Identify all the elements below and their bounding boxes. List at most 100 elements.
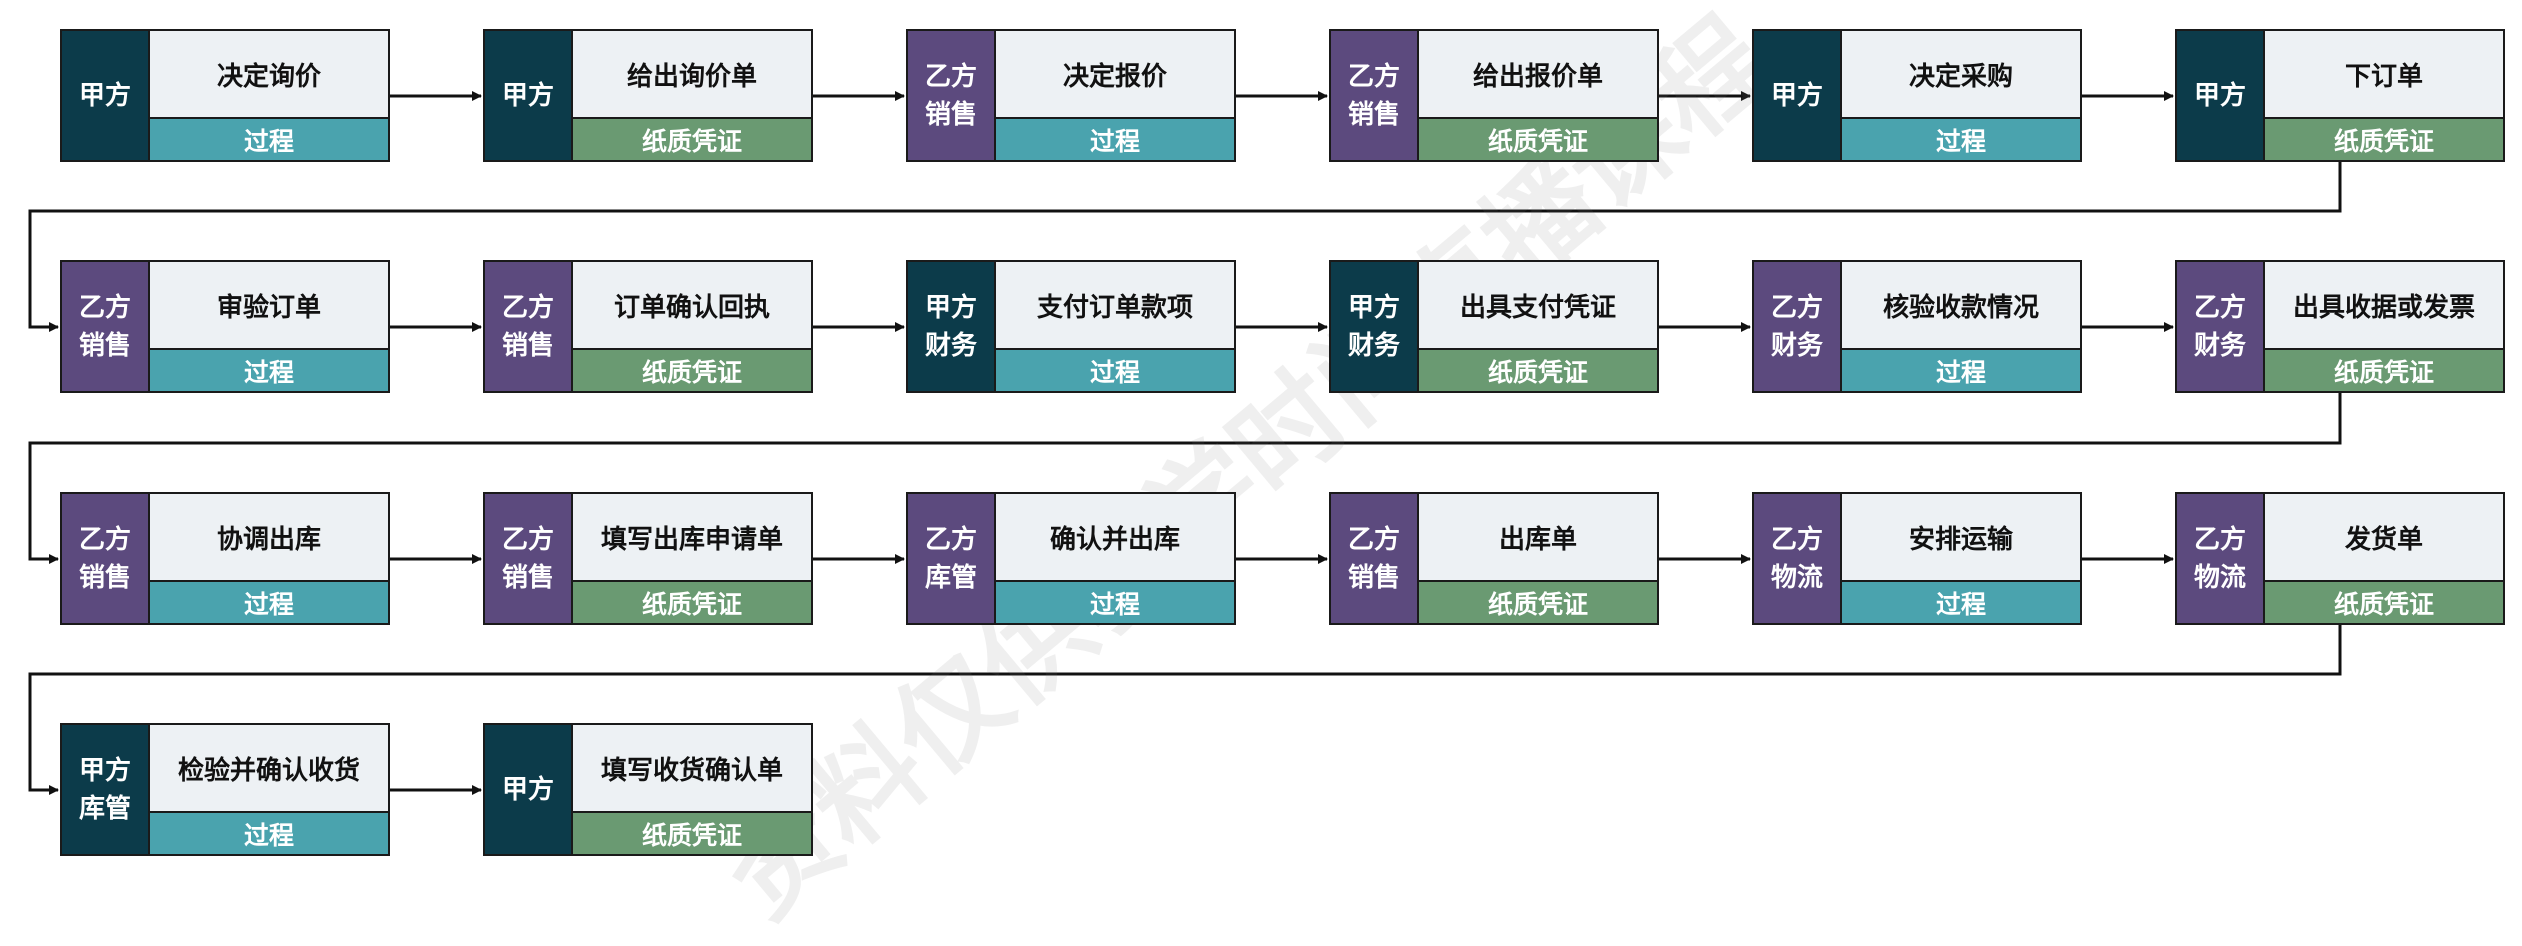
task-label: 支付订单款项	[996, 262, 1234, 350]
role-label: 乙方 销售	[485, 262, 573, 391]
process-tag: 过程	[150, 813, 388, 854]
flow-node: 乙方 销售 填写出库申请单 纸质凭证	[483, 492, 813, 625]
role-label: 乙方 销售	[62, 494, 150, 623]
paper-voucher-tag: 纸质凭证	[2265, 350, 2503, 391]
paper-voucher-tag: 纸质凭证	[1419, 119, 1657, 160]
process-tag: 过程	[1842, 582, 2080, 623]
node-content: 填写收货确认单 纸质凭证	[573, 725, 811, 854]
role-label: 乙方 物流	[2177, 494, 2265, 623]
paper-voucher-tag: 纸质凭证	[573, 582, 811, 623]
flow-node: 乙方 物流 发货单 纸质凭证	[2175, 492, 2505, 625]
node-content: 给出报价单 纸质凭证	[1419, 31, 1657, 160]
flow-node: 乙方 销售 出库单 纸质凭证	[1329, 492, 1659, 625]
node-content: 协调出库 过程	[150, 494, 388, 623]
node-content: 核验收款情况 过程	[1842, 262, 2080, 391]
role-label: 甲方 财务	[908, 262, 996, 391]
node-content: 决定询价 过程	[150, 31, 388, 160]
flow-node: 乙方 库管 确认并出库 过程	[906, 492, 1236, 625]
node-content: 出库单 纸质凭证	[1419, 494, 1657, 623]
role-label: 甲方	[1754, 31, 1842, 160]
task-label: 确认并出库	[996, 494, 1234, 582]
process-tag: 过程	[1842, 350, 2080, 391]
flow-node: 乙方 财务 核验收款情况 过程	[1752, 260, 2082, 393]
paper-voucher-tag: 纸质凭证	[2265, 582, 2503, 623]
task-label: 出具收据或发票	[2265, 262, 2503, 350]
flow-node: 甲方 财务 出具支付凭证 纸质凭证	[1329, 260, 1659, 393]
process-tag: 过程	[996, 582, 1234, 623]
role-label: 乙方 销售	[485, 494, 573, 623]
node-content: 出具支付凭证 纸质凭证	[1419, 262, 1657, 391]
task-label: 订单确认回执	[573, 262, 811, 350]
role-label: 甲方	[485, 725, 573, 854]
task-label: 给出询价单	[573, 31, 811, 119]
task-label: 填写收货确认单	[573, 725, 811, 813]
paper-voucher-tag: 纸质凭证	[573, 350, 811, 391]
role-label: 甲方	[2177, 31, 2265, 160]
task-label: 出库单	[1419, 494, 1657, 582]
role-label: 乙方 财务	[1754, 262, 1842, 391]
task-label: 核验收款情况	[1842, 262, 2080, 350]
task-label: 填写出库申请单	[573, 494, 811, 582]
node-content: 订单确认回执 纸质凭证	[573, 262, 811, 391]
flow-node: 甲方 决定询价 过程	[60, 29, 390, 162]
task-label: 检验并确认收货	[150, 725, 388, 813]
node-content: 给出询价单 纸质凭证	[573, 31, 811, 160]
role-label: 乙方 销售	[1331, 494, 1419, 623]
process-tag: 过程	[150, 350, 388, 391]
process-tag: 过程	[996, 119, 1234, 160]
node-content: 检验并确认收货 过程	[150, 725, 388, 854]
node-content: 确认并出库 过程	[996, 494, 1234, 623]
role-label: 甲方	[485, 31, 573, 160]
paper-voucher-tag: 纸质凭证	[573, 119, 811, 160]
task-label: 下订单	[2265, 31, 2503, 119]
node-content: 审验订单 过程	[150, 262, 388, 391]
node-content: 支付订单款项 过程	[996, 262, 1234, 391]
flow-node: 甲方 库管 检验并确认收货 过程	[60, 723, 390, 856]
task-label: 决定询价	[150, 31, 388, 119]
paper-voucher-tag: 纸质凭证	[573, 813, 811, 854]
node-content: 出具收据或发票 纸质凭证	[2265, 262, 2503, 391]
process-tag: 过程	[1842, 119, 2080, 160]
process-tag: 过程	[996, 350, 1234, 391]
role-label: 乙方 销售	[62, 262, 150, 391]
paper-voucher-tag: 纸质凭证	[1419, 350, 1657, 391]
role-label: 乙方 销售	[1331, 31, 1419, 160]
role-label: 乙方 销售	[908, 31, 996, 160]
task-label: 审验订单	[150, 262, 388, 350]
flow-node: 甲方 给出询价单 纸质凭证	[483, 29, 813, 162]
node-content: 下订单 纸质凭证	[2265, 31, 2503, 160]
node-content: 决定报价 过程	[996, 31, 1234, 160]
paper-voucher-tag: 纸质凭证	[1419, 582, 1657, 623]
flow-node: 甲方 财务 支付订单款项 过程	[906, 260, 1236, 393]
task-label: 协调出库	[150, 494, 388, 582]
flow-node: 乙方 销售 决定报价 过程	[906, 29, 1236, 162]
flow-node: 乙方 物流 安排运输 过程	[1752, 492, 2082, 625]
flow-node: 甲方 下订单 纸质凭证	[2175, 29, 2505, 162]
flow-node: 乙方 销售 审验订单 过程	[60, 260, 390, 393]
workflow-diagram: 资料仅供教学时间直播课程 甲方 决定询价 过程 甲方 给出询价单 纸质凭证 乙方 销售 决定报…	[0, 0, 2522, 941]
flow-node: 甲方 填写收货确认单 纸质凭证	[483, 723, 813, 856]
flow-node: 乙方 销售 协调出库 过程	[60, 492, 390, 625]
node-content: 填写出库申请单 纸质凭证	[573, 494, 811, 623]
process-tag: 过程	[150, 582, 388, 623]
role-label: 乙方 库管	[908, 494, 996, 623]
task-label: 安排运输	[1842, 494, 2080, 582]
task-label: 出具支付凭证	[1419, 262, 1657, 350]
node-content: 发货单 纸质凭证	[2265, 494, 2503, 623]
node-content: 安排运输 过程	[1842, 494, 2080, 623]
flow-node: 乙方 财务 出具收据或发票 纸质凭证	[2175, 260, 2505, 393]
task-label: 决定采购	[1842, 31, 2080, 119]
process-tag: 过程	[150, 119, 388, 160]
task-label: 给出报价单	[1419, 31, 1657, 119]
task-label: 发货单	[2265, 494, 2503, 582]
task-label: 决定报价	[996, 31, 1234, 119]
flow-node: 乙方 销售 给出报价单 纸质凭证	[1329, 29, 1659, 162]
role-label: 乙方 物流	[1754, 494, 1842, 623]
paper-voucher-tag: 纸质凭证	[2265, 119, 2503, 160]
role-label: 甲方 库管	[62, 725, 150, 854]
role-label: 乙方 财务	[2177, 262, 2265, 391]
flow-node: 甲方 决定采购 过程	[1752, 29, 2082, 162]
role-label: 甲方	[62, 31, 150, 160]
flow-node: 乙方 销售 订单确认回执 纸质凭证	[483, 260, 813, 393]
role-label: 甲方 财务	[1331, 262, 1419, 391]
